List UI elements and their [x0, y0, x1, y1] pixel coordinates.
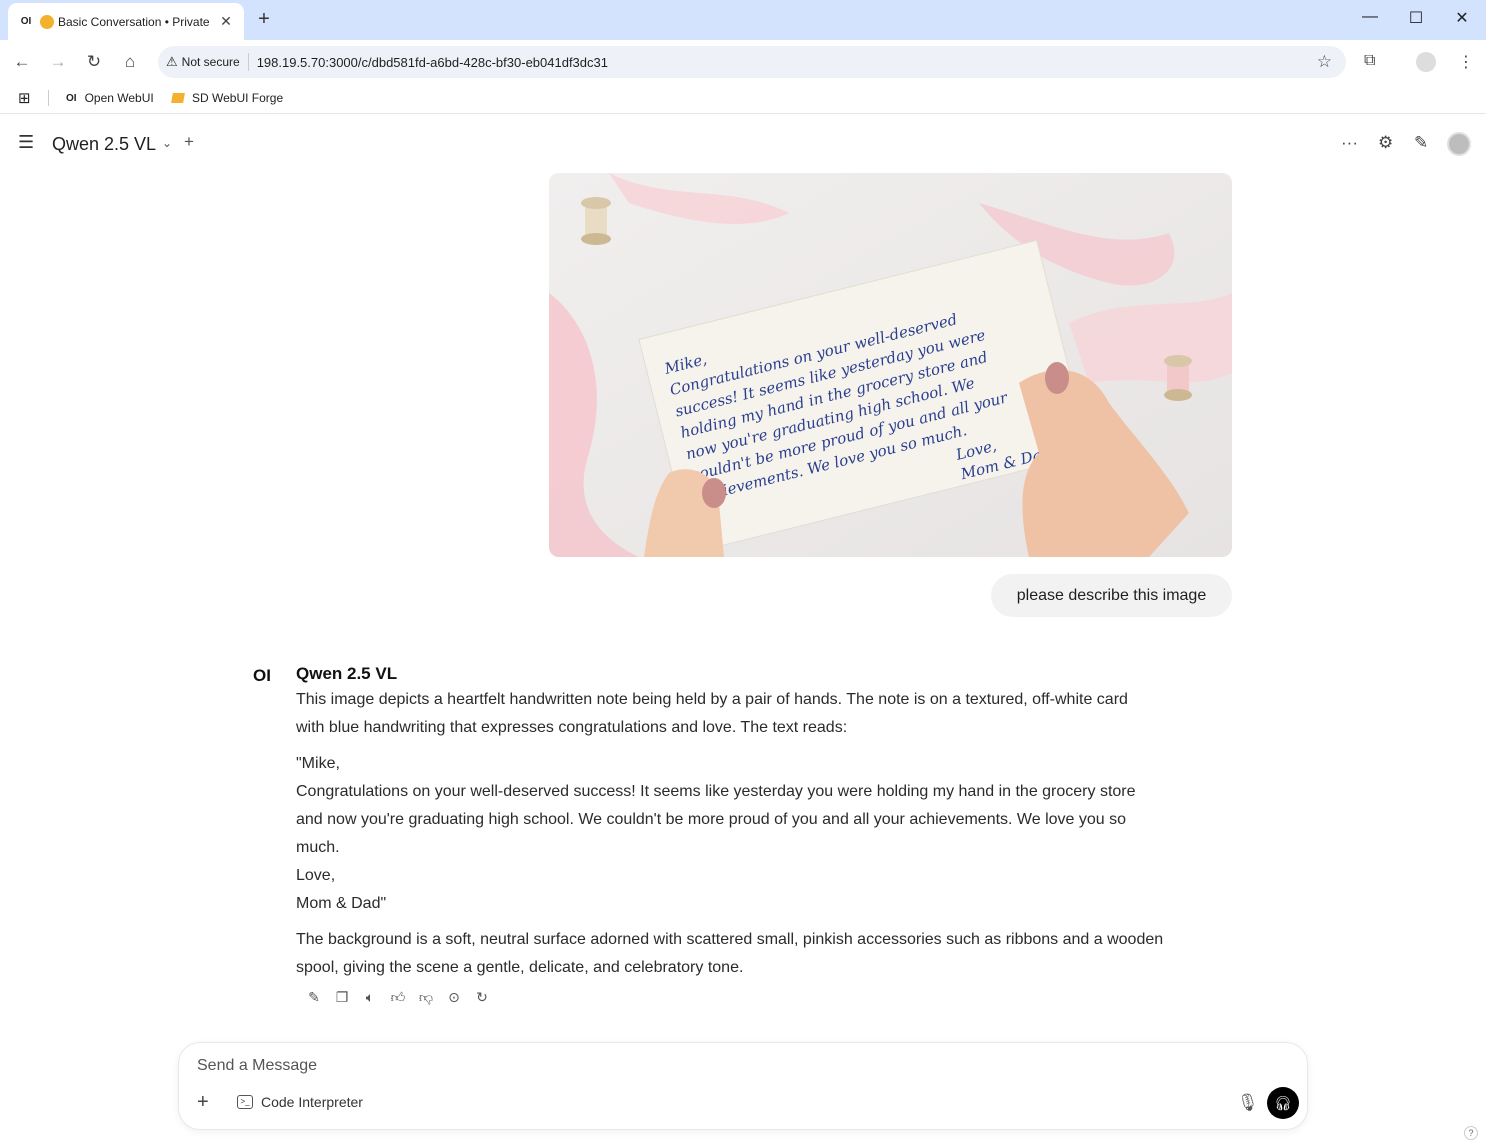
home-icon[interactable]: ⌂ — [120, 52, 140, 72]
response-line: spool, giving the scene a gentle, delica… — [296, 959, 744, 976]
response-line: Congratulations on your well-deserved su… — [296, 783, 1136, 800]
forge-icon — [171, 93, 185, 103]
profile-avatar-icon[interactable] — [1416, 52, 1436, 72]
terminal-icon: >_ — [237, 1095, 253, 1109]
response-line: Mom & Dad" — [296, 895, 387, 912]
message-composer: Send a Message + >_ Code Interpreter 🎙︎ … — [178, 1042, 1308, 1130]
apps-grid-icon[interactable]: ⊞ — [18, 89, 31, 107]
response-paragraph-3: The background is a soft, neutral surfac… — [296, 926, 1236, 982]
bookmark-star-icon[interactable]: ☆ — [1317, 52, 1332, 72]
browser-menu-icon[interactable]: ⋮ — [1458, 52, 1474, 72]
user-message-bubble[interactable]: please describe this image — [991, 574, 1232, 617]
read-aloud-icon[interactable]: 🔈︎ — [356, 987, 384, 1007]
right-thumbnail — [1045, 362, 1069, 394]
assistant-logo: OI — [253, 666, 271, 685]
response-line: This image depicts a heartfelt handwritt… — [296, 691, 1128, 708]
note-photo-svg: Mike,Congratulations on your well-deserv… — [549, 173, 1232, 557]
chevron-down-icon[interactable]: ⌄ — [162, 136, 172, 150]
thumbs-up-icon[interactable]: 👍︎ — [384, 987, 412, 1007]
response-line: much. — [296, 839, 340, 856]
browser-tab-active[interactable]: OI Basic Conversation • Private ✕ — [8, 3, 244, 40]
bookmark-sd-webui-forge[interactable]: SD WebUI Forge — [171, 91, 284, 105]
continue-icon[interactable]: ⊙ — [440, 987, 468, 1007]
not-secure-label: Not secure — [181, 55, 240, 69]
openwebui-favicon: OI — [20, 16, 32, 27]
response-line: with blue handwriting that expresses con… — [296, 719, 848, 736]
assistant-response: This image depicts a heartfelt handwritt… — [296, 686, 1236, 990]
assistant-name: Qwen 2.5 VL — [296, 664, 398, 683]
message-input[interactable]: Send a Message — [197, 1057, 317, 1075]
openwebui-bookmark-icon: OI — [66, 92, 77, 104]
voice-mode-button[interactable]: 🎧︎ — [1267, 1087, 1299, 1119]
chat-header: ☰ Qwen 2.5 VL ⌄ + ··· ⚙ ✎ — [0, 120, 1486, 168]
security-indicator[interactable]: ⚠ Not secure — [166, 54, 240, 70]
tab-close-icon[interactable]: ✕ — [218, 13, 234, 30]
new-tab-button[interactable]: + — [254, 8, 274, 30]
regenerate-icon[interactable]: ↻ — [468, 987, 496, 1007]
response-line: The background is a soft, neutral surfac… — [296, 931, 1164, 948]
tab-title: Basic Conversation • Private — [58, 14, 210, 29]
omnibox-divider — [247, 53, 249, 71]
bookmark-open-webui[interactable]: OI Open WebUI — [66, 91, 154, 105]
controls-sliders-icon[interactable]: ⚙ — [1378, 133, 1393, 153]
thumbs-down-icon[interactable]: 👎︎ — [412, 987, 440, 1007]
edit-icon[interactable]: ✎ — [300, 987, 328, 1007]
browser-titlebar: OI Basic Conversation • Private ✕ + — ☐ … — [0, 0, 1486, 40]
help-button[interactable]: ? — [1464, 1126, 1478, 1140]
microphone-icon[interactable]: 🎙︎ — [1237, 1093, 1259, 1113]
copy-icon[interactable]: ❐ — [328, 987, 356, 1007]
maximize-icon[interactable]: ☐ — [1401, 8, 1431, 28]
attach-plus-button[interactable]: + — [197, 1091, 209, 1114]
user-avatar[interactable] — [1447, 132, 1471, 156]
back-icon[interactable]: ← — [12, 52, 32, 72]
response-paragraph-1: This image depicts a heartfelt handwritt… — [296, 686, 1236, 742]
tab-emoji-icon — [40, 14, 54, 29]
browser-toolbar: ← → ↻ ⌂ ⚠ Not secure 198.19.5.70:3000/c/… — [0, 40, 1486, 84]
bookmark-label: Open WebUI — [84, 91, 154, 105]
url-text[interactable]: 198.19.5.70:3000/c/dbd581fd-a6bd-428c-bf… — [257, 55, 608, 70]
new-chat-edit-icon[interactable]: ✎ — [1414, 133, 1428, 153]
bookmark-label: SD WebUI Forge — [192, 91, 284, 105]
response-line: Love, — [296, 867, 336, 884]
minimize-icon[interactable]: — — [1355, 8, 1385, 26]
code-interpreter-label: Code Interpreter — [261, 1094, 363, 1110]
bookmarks-bar: ⊞ OI Open WebUI SD WebUI Forge — [0, 84, 1486, 114]
spool-right — [1164, 355, 1192, 401]
code-interpreter-toggle[interactable]: >_ Code Interpreter — [237, 1094, 363, 1110]
warning-icon: ⚠ — [166, 54, 178, 69]
forward-icon[interactable]: → — [48, 52, 68, 72]
address-bar[interactable]: ⚠ Not secure 198.19.5.70:3000/c/dbd581fd… — [158, 46, 1346, 78]
response-line: and now you're graduating high school. W… — [296, 811, 1127, 828]
attached-image[interactable]: Mike, Congratulations on your well-deserv… — [549, 173, 1232, 557]
reload-icon[interactable]: ↻ — [84, 52, 104, 72]
message-actions: ✎ ❐ 🔈︎ 👍︎ 👎︎ ⊙ ↻ — [300, 987, 496, 1007]
close-window-icon[interactable]: ✕ — [1447, 8, 1477, 28]
more-options-icon[interactable]: ··· — [1341, 133, 1358, 153]
headphones-icon: 🎧︎ — [1274, 1094, 1292, 1111]
model-selector[interactable]: Qwen 2.5 VL — [52, 134, 156, 155]
response-quote: "Mike, Congratulations on your well-dese… — [296, 750, 1236, 918]
response-line: "Mike, — [296, 755, 340, 772]
left-thumbnail — [702, 478, 726, 508]
tab-search-icon[interactable]: ⧉ — [1364, 52, 1375, 70]
add-model-button[interactable]: + — [184, 132, 194, 152]
spool-top — [581, 197, 611, 245]
bookmarks-divider — [48, 90, 49, 106]
sidebar-toggle-icon[interactable]: ☰ — [18, 132, 34, 153]
